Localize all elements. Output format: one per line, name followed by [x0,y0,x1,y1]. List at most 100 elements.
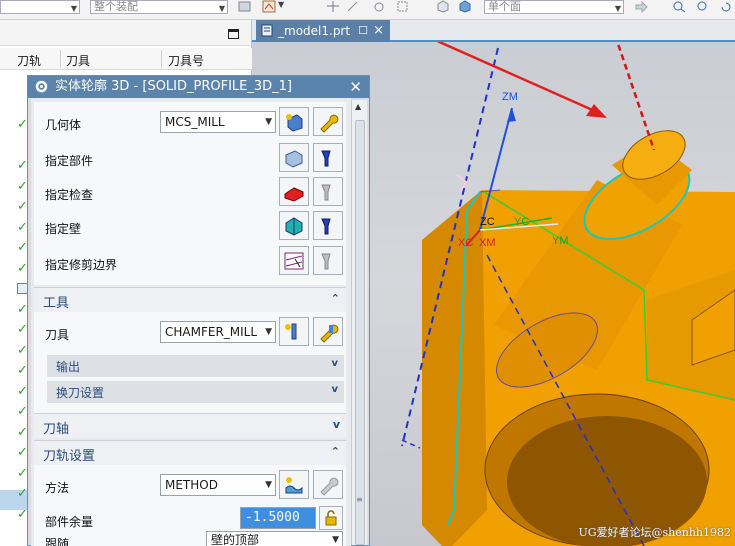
part-file-icon [261,24,273,37]
part-stock-value: -1.5000 [245,510,300,525]
geometry-select[interactable]: MCS_MILL ▼ [160,111,276,133]
new-tool-icon [285,323,297,340]
tab-model1[interactable]: _model1.prt ☐ × [256,20,390,42]
axis-label-zm: ZM [502,91,518,103]
trim-boundary-icon [284,252,304,270]
column-divider [60,50,61,68]
chevron-down-icon: v [331,384,338,395]
specify-wall-label: 指定壁 [45,222,82,236]
scroll-up-icon[interactable]: ▲ [355,102,361,111]
view-solid-icon[interactable] [436,0,450,13]
tool-group: 刀具 CHAMFER_MILL ▼ 输出 v 换刀设置 v [34,312,346,417]
zoom-icon[interactable] [672,0,686,13]
flashlight-icon [321,150,331,167]
column-tool[interactable]: 刀具 [66,52,90,69]
snap-box-icon[interactable] [396,0,410,13]
wall-icon [285,217,303,236]
part-stock-input[interactable]: -1.5000 [240,507,316,529]
dialog-body: 几何体 MCS_MILL ▼ 指定部件 指定检查 指定壁 指定修剪边界 工具 ⌃… [31,98,351,546]
view-cube-icon[interactable] [458,0,472,13]
axis-label-yc: YC [514,216,529,228]
navigator-column-header: 刀轨 刀具 刀具号 [0,48,252,70]
chevron-down-icon: ▼ [265,327,272,337]
face-rule-value: 单个面 [488,0,521,13]
method-label: 方法 [45,481,70,495]
chevron-down-icon: ▼ [265,480,272,490]
new-tool-button[interactable] [279,317,309,346]
tool-section-title: 工具 [43,296,70,311]
nx-window: ▼ 整个装配 ▼ ▼ 单个面 ▼ 刀轨 刀具 刀具号 ✓ ✓ ✓ ✓ ✓ ✓ ✓… [0,0,735,546]
close-icon[interactable]: ✕ [349,76,362,98]
curve-rule-icon[interactable] [262,0,276,13]
new-method-button[interactable] [279,470,309,499]
column-toolpath[interactable]: 刀轨 [17,52,41,69]
select-trim-boundary-button[interactable] [279,246,309,275]
chevron-down-icon: v [332,418,340,431]
geometry-value: MCS_MILL [165,115,225,129]
follow-value: 壁的顶部 [211,533,260,546]
select-part-button[interactable] [279,143,309,172]
select-tool-icon[interactable] [238,0,252,13]
output-subsection[interactable]: 输出 v [47,355,344,377]
watermark: UG爱好者论坛@shenhh1982 [578,526,731,539]
scrollbar-thumb[interactable] [355,120,365,545]
close-icon[interactable]: × [373,20,384,42]
snap-end-icon[interactable] [346,0,360,13]
edit-geometry-button[interactable] [313,107,343,136]
new-geometry-button[interactable] [279,107,309,136]
select-check-button[interactable] [279,177,309,206]
maximize-icon[interactable] [228,29,239,39]
dialog-scrollbar[interactable]: ▲ ≡ [351,100,367,545]
axis-label-xm: XM [479,237,496,249]
chevron-down-icon: ▼ [265,117,272,127]
chevron-down-icon: ▼ [614,4,621,13]
lock-button[interactable] [319,506,343,530]
method-select[interactable]: METHOD ▼ [160,474,276,496]
follow-label: 跟随 [45,537,70,546]
flashlight-icon [321,253,331,270]
magnifier-icon[interactable] [696,0,710,13]
face-rule-combo[interactable]: 单个面 ▼ [484,0,624,14]
assembly-scope-combo[interactable]: 整个装配 ▼ [90,0,228,14]
edit-tool-button[interactable] [313,317,343,346]
snap-point-icon[interactable] [326,0,340,13]
display-check-button[interactable] [313,177,343,206]
red-dashed-line [610,25,656,151]
flashlight-icon [321,218,331,235]
display-part-button[interactable] [313,143,343,172]
wrench-icon [320,114,339,133]
axis-label-ym: YM [552,235,569,247]
display-wall-button[interactable] [313,211,343,240]
select-wall-button[interactable] [279,211,309,240]
specify-part-label: 指定部件 [45,154,94,168]
red-arrow-head [586,104,607,118]
axis-label-xc: XC [458,237,473,249]
tool-axis-section-header[interactable]: 刀轴 v [34,413,346,438]
arrow-right-icon[interactable] [634,0,648,13]
part-stock-label: 部件余量 [45,515,94,529]
flashlight-icon [321,184,331,201]
assembly-scope-value: 整个装配 [94,0,138,13]
method-value: METHOD [165,478,218,492]
rotate-icon[interactable] [719,0,733,13]
path-settings-section-header[interactable]: 刀轨设置 ⌃ [34,440,346,465]
column-tool-number[interactable]: 刀具号 [168,52,204,69]
chevron-down-icon: ▼ [332,535,339,545]
chevron-down-icon[interactable]: ▼ [278,0,284,9]
edit-method-button[interactable] [313,470,343,499]
snap-circle-icon[interactable] [372,0,386,13]
pin-icon[interactable]: ☐ [358,20,368,42]
dialog-titlebar[interactable]: 实体轮廓 3D - [SOLID_PROFILE_3D_1] ✕ [28,76,369,98]
follow-select[interactable]: 壁的顶部 ▼ [206,531,343,546]
wrench-icon [320,477,339,496]
tool-section-header[interactable]: 工具 ⌃ [34,287,346,312]
dialog-title: 实体轮廓 3D - [SOLID_PROFILE_3D_1] [55,79,293,94]
display-trim-boundary-button[interactable] [313,246,343,275]
filter-combo[interactable]: ▼ [0,0,80,14]
toolchange-subsection[interactable]: 换刀设置 v [47,381,344,403]
tool-select[interactable]: CHAMFER_MILL ▼ [160,321,276,343]
new-method-icon [285,477,303,494]
new-geometry-icon [286,114,303,132]
toolchange-title: 换刀设置 [56,386,105,400]
chevron-down-icon: v [331,358,338,369]
